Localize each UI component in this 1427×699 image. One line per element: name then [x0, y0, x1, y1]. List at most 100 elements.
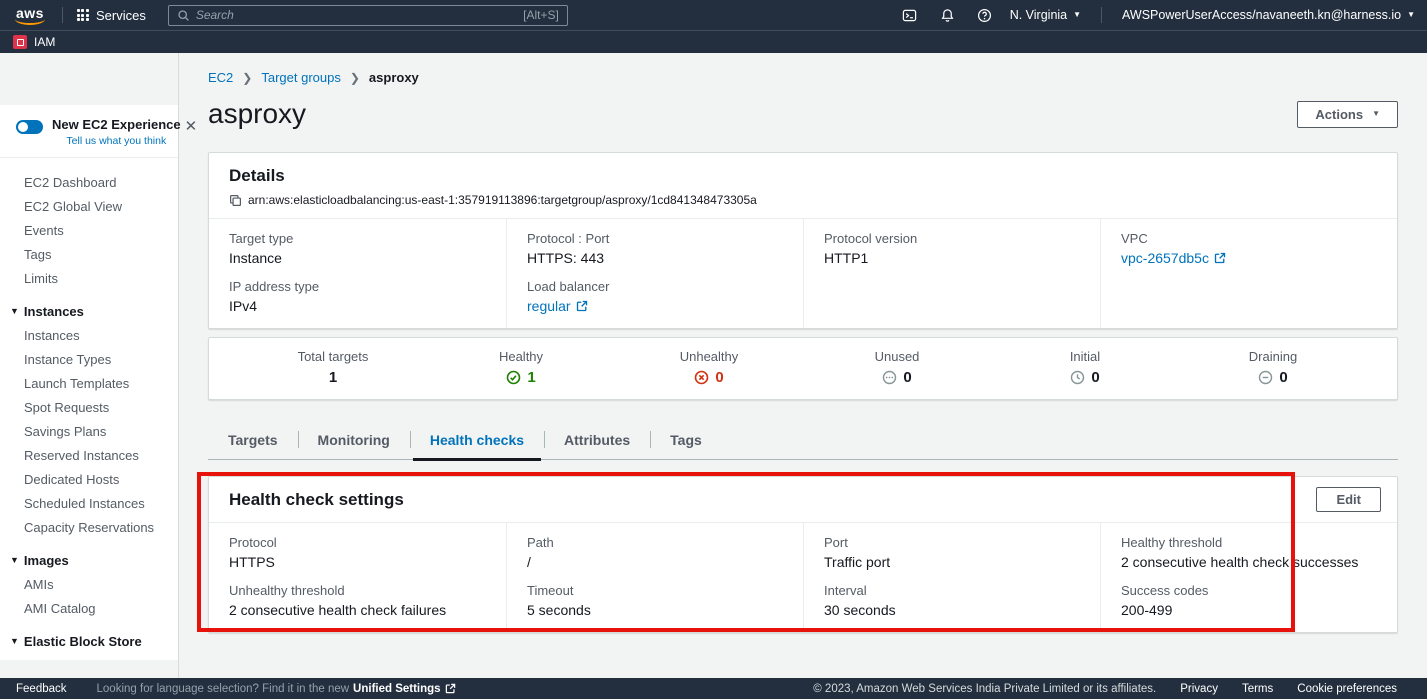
new-experience-label: New EC2 Experience — [52, 117, 181, 132]
breadcrumb-ec2[interactable]: EC2 — [208, 70, 233, 85]
sidebar-item-launch-templates[interactable]: Launch Templates — [0, 371, 178, 395]
hc-path-label: Path — [527, 535, 783, 550]
protocol-version-label: Protocol version — [824, 231, 1080, 246]
hc-healthy-threshold-value: 2 consecutive health check successes — [1121, 554, 1377, 570]
cookie-preferences-link[interactable]: Cookie preferences — [1297, 683, 1397, 695]
health-check-grid: Protocol HTTPS Unhealthy threshold 2 con… — [209, 523, 1397, 632]
divider — [1101, 7, 1102, 23]
external-link-icon — [576, 300, 588, 312]
help-icon[interactable] — [973, 8, 996, 23]
account-menu[interactable]: AWSPowerUserAccess/navaneeth.kn@harness.… — [1122, 8, 1415, 22]
new-experience-toggle[interactable] — [16, 120, 43, 134]
details-card: Details arn:aws:elasticloadbalancing:us-… — [208, 152, 1398, 329]
chevron-down-icon: ▼ — [10, 307, 19, 316]
draining-label: Draining — [1179, 349, 1367, 364]
sidebar-item-capacity-reservations[interactable]: Capacity Reservations — [0, 515, 178, 539]
sidebar-item-scheduled-instances[interactable]: Scheduled Instances — [0, 491, 178, 515]
actions-button[interactable]: Actions ▼ — [1297, 101, 1398, 128]
hc-timeout-value: 5 seconds — [527, 602, 783, 618]
vpc-link[interactable]: vpc-2657db5c — [1121, 250, 1377, 266]
region-selector[interactable]: N. Virginia ▼ — [1010, 8, 1081, 22]
tell-us-link[interactable]: Tell us what you think — [52, 135, 181, 147]
load-balancer-label: Load balancer — [527, 279, 783, 294]
ip-address-type-value: IPv4 — [229, 298, 486, 314]
sidebar-item-reserved-instances[interactable]: Reserved Instances — [0, 443, 178, 467]
account-label: AWSPowerUserAccess/navaneeth.kn@harness.… — [1122, 8, 1401, 22]
hc-interval-label: Interval — [824, 583, 1080, 598]
privacy-link[interactable]: Privacy — [1180, 683, 1218, 695]
hc-unhealthy-threshold-value: 2 consecutive health check failures — [229, 602, 486, 618]
unhealthy-x-circle-icon — [694, 370, 709, 385]
global-search[interactable]: [Alt+S] — [168, 5, 568, 26]
favorites-bar: IAM — [0, 30, 1427, 53]
sidebar-item-ami-catalog[interactable]: AMI Catalog — [0, 596, 178, 620]
search-input[interactable] — [196, 8, 517, 22]
sidebar-top-spacer — [0, 53, 178, 105]
top-navigation-bar: aws Services [Alt+S] N. Virginia ▼ AWSPo… — [0, 0, 1427, 30]
unified-settings-link[interactable]: Unified Settings — [353, 683, 456, 695]
language-hint: Looking for language selection? Find it … — [97, 683, 456, 695]
copy-icon[interactable] — [229, 194, 242, 207]
sidebar-item-spot-requests[interactable]: Spot Requests — [0, 395, 178, 419]
sidebar-item-volumes[interactable]: Volumes — [0, 653, 178, 660]
search-shortcut-hint: [Alt+S] — [523, 8, 559, 22]
unused-ellipsis-circle-icon — [882, 370, 897, 385]
sidebar-item-ec2-dashboard[interactable]: EC2 Dashboard — [0, 170, 178, 194]
unhealthy-label: Unhealthy — [615, 349, 803, 364]
sidebar-item-ec2-global-view[interactable]: EC2 Global View — [0, 194, 178, 218]
sidebar-item-tags[interactable]: Tags — [0, 242, 178, 266]
total-targets-value: 1 — [239, 369, 427, 386]
favorite-iam-link[interactable]: IAM — [34, 35, 55, 49]
divider — [62, 7, 63, 23]
sidebar-item-instances[interactable]: Instances — [0, 323, 178, 347]
sidebar-section-images[interactable]: ▼Images — [0, 548, 178, 572]
services-label: Services — [96, 8, 146, 23]
tab-monitoring[interactable]: Monitoring — [298, 420, 410, 459]
new-experience-panel: New EC2 Experience Tell us what you thin… — [0, 105, 178, 158]
terms-link[interactable]: Terms — [1242, 683, 1273, 695]
external-link-icon — [1214, 252, 1226, 264]
edit-button[interactable]: Edit — [1316, 487, 1381, 512]
breadcrumb-target-groups[interactable]: Target groups — [261, 70, 341, 85]
tab-health-checks[interactable]: Health checks — [410, 420, 544, 459]
sidebar-section-ebs[interactable]: ▼Elastic Block Store — [0, 629, 178, 653]
sidebar-item-amis[interactable]: AMIs — [0, 572, 178, 596]
feedback-link[interactable]: Feedback — [16, 683, 67, 695]
page-title: asproxy — [208, 98, 306, 130]
sidebar-item-savings-plans[interactable]: Savings Plans — [0, 419, 178, 443]
target-type-value: Instance — [229, 250, 486, 266]
ec2-sidebar: New EC2 Experience Tell us what you thin… — [0, 53, 179, 678]
chevron-down-icon: ▼ — [1372, 110, 1380, 118]
copyright-text: © 2023, Amazon Web Services India Privat… — [813, 683, 1156, 695]
hc-healthy-threshold-label: Healthy threshold — [1121, 535, 1377, 550]
hc-success-codes-value: 200-499 — [1121, 602, 1377, 618]
sidebar-bottom-spacer — [0, 660, 178, 678]
sidebar-nav: EC2 Dashboard EC2 Global View Events Tag… — [0, 158, 178, 660]
sidebar-item-instance-types[interactable]: Instance Types — [0, 347, 178, 371]
protocol-port-value: HTTPS: 443 — [527, 250, 783, 266]
hc-protocol-value: HTTPS — [229, 554, 486, 570]
aws-logo[interactable]: aws — [10, 5, 56, 26]
chevron-down-icon: ▼ — [10, 556, 19, 565]
notifications-bell-icon[interactable] — [936, 8, 959, 23]
health-check-settings-title: Health check settings — [229, 490, 404, 510]
tab-attributes[interactable]: Attributes — [544, 420, 650, 459]
tab-targets[interactable]: Targets — [208, 420, 298, 459]
sidebar-item-limits[interactable]: Limits — [0, 266, 178, 290]
initial-value: 0 — [1091, 369, 1099, 386]
healthy-label: Healthy — [427, 349, 615, 364]
ip-address-type-label: IP address type — [229, 279, 486, 294]
region-label: N. Virginia — [1010, 8, 1067, 22]
sidebar-item-events[interactable]: Events — [0, 218, 178, 242]
healthy-value: 1 — [527, 369, 535, 386]
breadcrumb-separator-icon: ❯ — [350, 71, 360, 85]
chevron-down-icon: ▼ — [10, 637, 19, 646]
tab-tags[interactable]: Tags — [650, 420, 722, 459]
hc-path-value: / — [527, 554, 783, 570]
load-balancer-link[interactable]: regular — [527, 298, 783, 314]
breadcrumb-current: asproxy — [369, 70, 419, 85]
services-menu-button[interactable]: Services — [69, 8, 154, 23]
cloudshell-icon[interactable] — [897, 8, 922, 23]
sidebar-section-instances[interactable]: ▼Instances — [0, 299, 178, 323]
sidebar-item-dedicated-hosts[interactable]: Dedicated Hosts — [0, 467, 178, 491]
